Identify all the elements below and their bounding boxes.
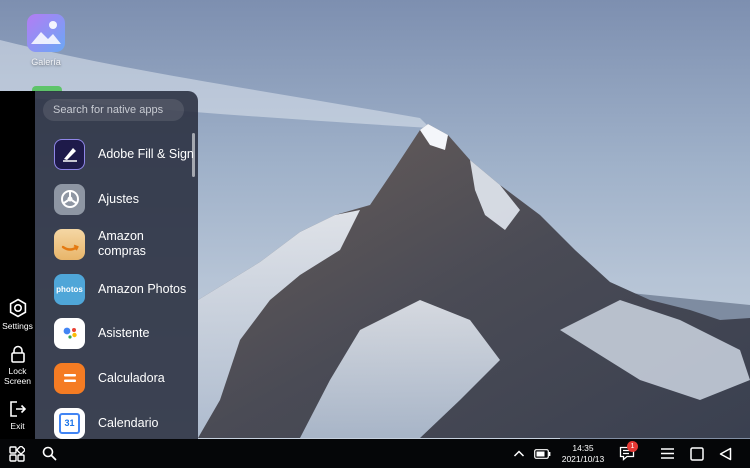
lock-screen-button[interactable]: Lock Screen [0, 345, 35, 386]
settings-label: Settings [2, 321, 33, 331]
recents-icon [690, 446, 704, 461]
search-native-apps-input[interactable] [43, 99, 184, 121]
notification-badge: 1 [627, 441, 638, 452]
start-icon [9, 445, 25, 462]
asistente-icon [54, 317, 85, 349]
app-item-calculadora[interactable]: Calculadora [54, 358, 194, 398]
back-icon [719, 447, 731, 460]
app-name: Asistente [98, 325, 150, 340]
gallery-icon [27, 14, 65, 52]
recents-button[interactable] [686, 439, 708, 468]
calendario-icon: 31 [54, 407, 85, 439]
app-name: Calculadora [98, 370, 165, 385]
app-item-amazon-compras[interactable]: Amazon compras [54, 224, 194, 264]
app-item-adobe-fill-sign[interactable]: Adobe Fill & Sign [54, 134, 194, 174]
calculadora-icon [54, 362, 85, 394]
taskbar-clock[interactable]: 14:35 2021/10/13 [556, 443, 610, 465]
start-button[interactable] [6, 439, 28, 468]
app-name: Ajustes [98, 191, 139, 206]
lock-icon [10, 345, 25, 363]
settings-button[interactable]: Settings [0, 298, 35, 331]
desktop-icon-label: Galería [31, 57, 61, 67]
exit-button[interactable]: Exit [0, 400, 35, 431]
menu-button[interactable] [656, 439, 678, 468]
app-item-calendario[interactable]: 31 Calendario [54, 403, 194, 439]
calendar-day-text: 31 [64, 418, 75, 428]
battery-indicator[interactable] [532, 439, 552, 468]
app-name: Adobe Fill & Sign [98, 146, 194, 161]
app-item-ajustes[interactable]: Ajustes [54, 179, 194, 219]
app-item-amazon-photos[interactable]: photos Amazon Photos [54, 269, 194, 309]
amazon-compras-icon [54, 228, 85, 260]
side-bar: Settings Lock Screen Exit [0, 91, 35, 439]
menu-icon [660, 448, 674, 459]
search-icon [42, 446, 56, 461]
app-name: Amazon compras [98, 229, 146, 258]
battery-icon [533, 448, 550, 459]
exit-label: Exit [10, 421, 25, 431]
amazon-photos-icon-text: photos [56, 284, 83, 294]
desktop-icon-gallery[interactable]: Galería [22, 14, 70, 67]
settings-icon [9, 298, 26, 318]
app-item-asistente[interactable]: Asistente [54, 313, 194, 353]
app-name: Calendario [98, 415, 159, 430]
ajustes-icon [54, 183, 85, 215]
clock-date: 2021/10/13 [561, 454, 605, 464]
app-drawer: Adobe Fill & Sign Ajustes Amazon compras… [35, 91, 198, 439]
chevron-up-icon [513, 449, 525, 457]
amazon-photos-icon: photos [54, 273, 85, 305]
adobe-fill-sign-icon [54, 138, 85, 170]
taskbar-search-button[interactable] [38, 439, 60, 468]
clock-time: 14:35 [572, 443, 594, 453]
lock-screen-label: Lock Screen [4, 366, 31, 386]
back-button[interactable] [714, 439, 736, 468]
exit-icon [9, 401, 26, 417]
app-name: Amazon Photos [98, 281, 187, 296]
tray-expand-button[interactable] [510, 439, 528, 468]
